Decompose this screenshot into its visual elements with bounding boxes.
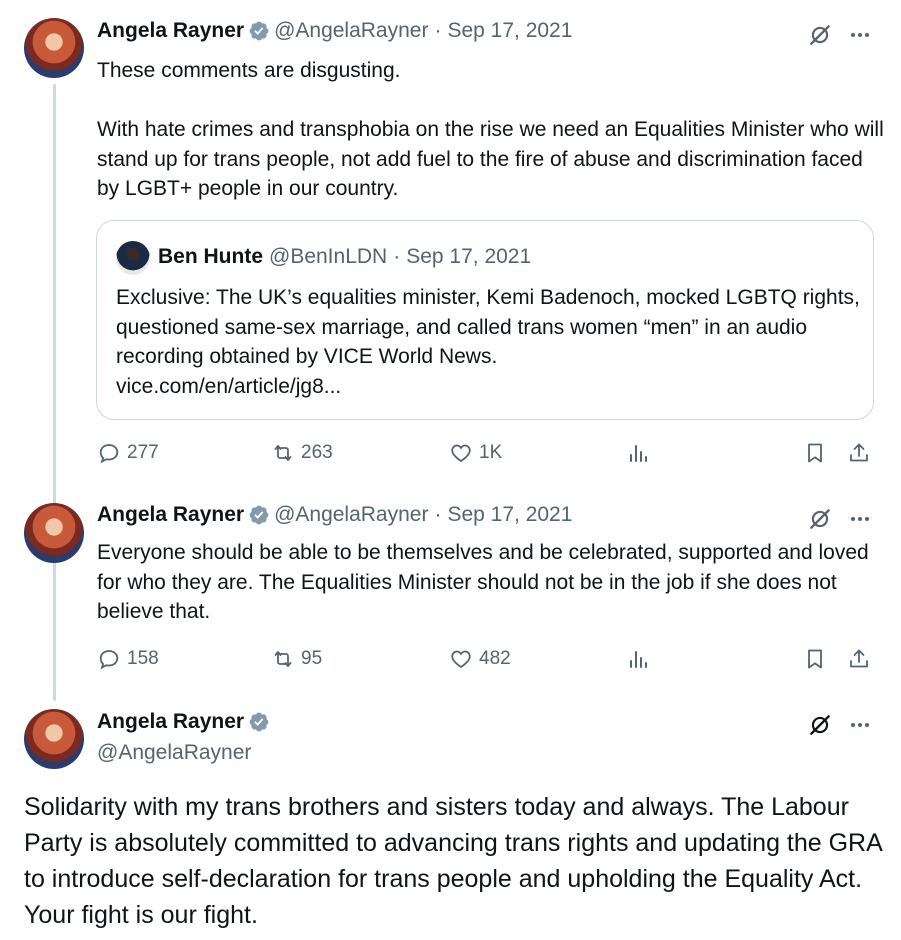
more-icon <box>851 723 869 727</box>
repost-icon <box>274 445 292 461</box>
author-name[interactable]: Angela Rayner <box>97 19 244 43</box>
quote-header: Ben Hunte @BenInLDN · Sep 17, 2021 <box>158 245 531 269</box>
quote-text: Exclusive: The UK’s equalities minister,… <box>116 286 866 368</box>
verified-badge-icon <box>249 21 269 41</box>
reply-button[interactable]: 277 <box>97 441 159 465</box>
share-icon <box>850 443 868 462</box>
reply-icon <box>99 444 119 464</box>
like-button[interactable]: 1K <box>449 441 502 465</box>
quote-avatar <box>116 241 150 275</box>
share-button[interactable] <box>846 646 872 672</box>
repost-count: 263 <box>301 442 333 463</box>
author-name[interactable]: Angela Rayner <box>97 503 244 527</box>
like-button[interactable]: 482 <box>449 647 511 671</box>
repost-button[interactable]: 95 <box>271 647 322 671</box>
main-tweet-header: Angela Rayner <box>97 710 274 734</box>
tweet-header: Angela Rayner @AngelaRayner · Sep 17, 20… <box>97 503 572 527</box>
avatar[interactable] <box>24 503 84 563</box>
author-name[interactable]: Angela Rayner <box>97 710 244 734</box>
reply-count: 158 <box>127 648 159 669</box>
grok-icon <box>810 715 830 735</box>
views-button[interactable] <box>626 441 656 465</box>
reply-button[interactable]: 158 <box>97 647 159 671</box>
tweet-date[interactable]: Sep 17, 2021 <box>447 503 572 527</box>
author-handle[interactable]: @AngelaRayner <box>97 741 251 765</box>
repost-button[interactable]: 263 <box>271 441 333 465</box>
grok-icon <box>810 509 830 529</box>
more-button[interactable] <box>846 711 874 739</box>
tweet-header: Angela Rayner @AngelaRayner · Sep 17, 20… <box>97 19 572 43</box>
author-handle[interactable]: @AngelaRayner <box>274 503 428 527</box>
avatar[interactable] <box>24 709 84 769</box>
like-icon <box>451 650 471 669</box>
views-icon <box>630 445 647 462</box>
verified-badge-icon <box>249 712 269 732</box>
main-tweet-text: Solidarity with my trans brothers and si… <box>24 793 889 929</box>
bookmark-icon <box>808 443 822 463</box>
grok-icon <box>810 25 830 45</box>
repost-count: 95 <box>301 648 323 669</box>
share-icon <box>850 649 868 668</box>
more-button[interactable] <box>846 21 874 49</box>
quote-tweet-card[interactable]: Ben Hunte @BenInLDN · Sep 17, 2021 Exclu… <box>96 220 874 420</box>
like-count: 1K <box>479 442 503 463</box>
like-icon <box>451 444 471 463</box>
more-icon <box>851 33 869 37</box>
like-count: 482 <box>479 648 511 669</box>
bookmark-icon <box>808 649 822 669</box>
reply-icon <box>99 650 119 670</box>
tweet-text: These comments are disgusting. With hate… <box>97 59 884 200</box>
quote-author-name: Ben Hunte <box>158 245 263 268</box>
grok-button[interactable] <box>806 505 834 533</box>
tweet-date[interactable]: Sep 17, 2021 <box>447 19 572 43</box>
verified-badge-icon <box>249 505 269 525</box>
avatar[interactable] <box>24 18 84 78</box>
quote-separator-dot: · <box>393 245 401 268</box>
more-icon <box>851 517 869 521</box>
bookmark-button[interactable] <box>802 646 828 672</box>
share-button[interactable] <box>846 440 872 466</box>
author-handle[interactable]: @AngelaRayner <box>274 19 428 43</box>
more-button[interactable] <box>846 505 874 533</box>
separator-dot: · <box>434 19 442 42</box>
tweet-text: Everyone should be able to be themselves… <box>97 541 875 623</box>
reply-count: 277 <box>127 442 159 463</box>
grok-button[interactable] <box>806 21 834 49</box>
quote-link[interactable]: vice.com/en/article/jg8... <box>116 372 341 402</box>
quote-date: Sep 17, 2021 <box>406 245 532 268</box>
grok-button[interactable] <box>806 711 834 739</box>
thread-connector-line <box>53 84 56 701</box>
views-button[interactable] <box>626 647 656 671</box>
separator-dot: · <box>434 503 442 526</box>
repost-icon <box>274 651 292 667</box>
quote-author-handle: @BenInLDN <box>269 245 388 268</box>
bookmark-button[interactable] <box>802 440 828 466</box>
views-icon <box>630 651 647 668</box>
